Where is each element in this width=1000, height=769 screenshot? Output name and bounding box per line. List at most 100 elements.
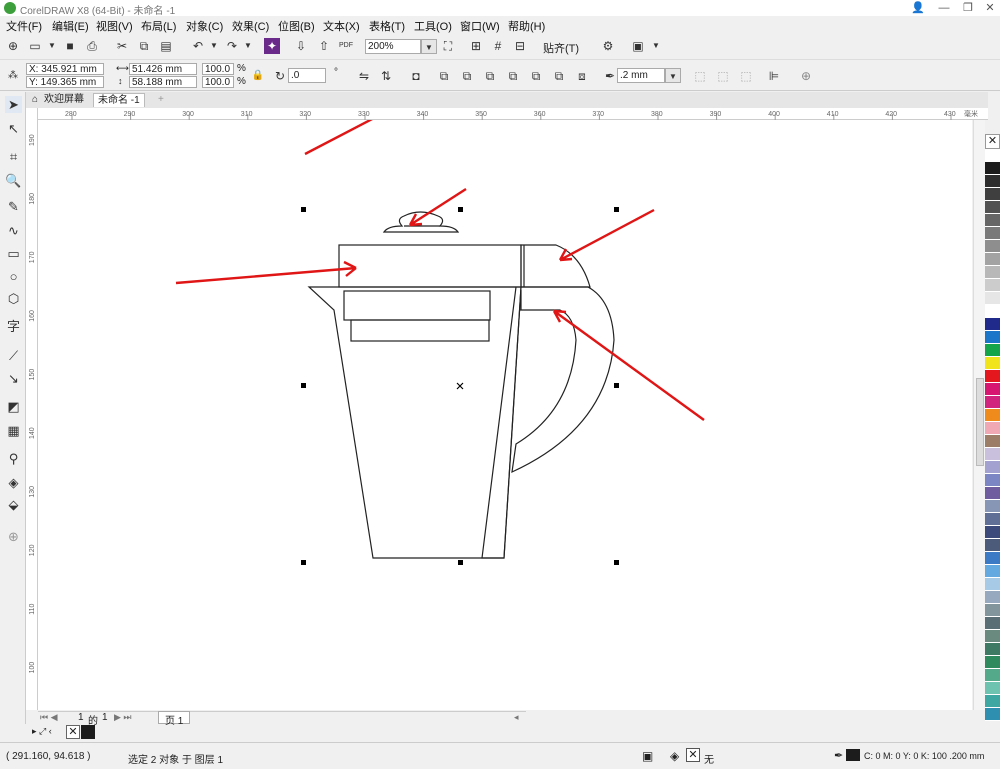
palette-swatch[interactable] xyxy=(985,435,1000,448)
break-apart-icon[interactable]: ⬚ xyxy=(715,68,731,84)
corel-connect-icon[interactable]: ✦ xyxy=(264,38,280,54)
doc-no-color-swatch[interactable]: ✕ xyxy=(66,725,80,739)
palette-swatch[interactable] xyxy=(985,266,1000,279)
palette-swatch[interactable] xyxy=(985,656,1000,669)
combine-icon[interactable]: ◘ xyxy=(408,68,424,84)
zoom-tool-icon[interactable]: 🔍 xyxy=(5,172,22,189)
palette-swatch[interactable] xyxy=(985,565,1000,578)
snap-to-menu[interactable]: 贴齐(T) xyxy=(543,40,579,56)
x-position-field[interactable]: X: 345.921 mm xyxy=(26,63,104,75)
mirror-horizontal-icon[interactable]: ⇋ xyxy=(356,68,372,84)
outline-width-field[interactable]: .2 mm xyxy=(617,68,665,83)
add-tool-icon[interactable]: ⊕ xyxy=(5,528,22,545)
print-icon[interactable]: ⎙ xyxy=(84,38,100,54)
color-proofing-icon[interactable]: ▣ xyxy=(642,749,653,763)
width-field[interactable]: 51.426 mm xyxy=(129,63,197,75)
palette-swatch[interactable] xyxy=(985,318,1000,331)
selection-handle-bc[interactable] xyxy=(458,560,463,565)
front-minus-back-icon[interactable]: ⧉ xyxy=(528,68,544,84)
menu-layout[interactable]: 布局(L) xyxy=(141,18,176,34)
guidelines-icon[interactable]: ⊟ xyxy=(512,38,528,54)
align-distribute-icon[interactable]: ⊫ xyxy=(766,68,782,84)
selection-handle-br[interactable] xyxy=(614,560,619,565)
vertical-ruler[interactable]: 190 180 170 160 150 140 130 120 110 100 xyxy=(26,108,38,710)
smart-fill-icon[interactable]: ⬙ xyxy=(5,496,22,513)
palette-swatch[interactable] xyxy=(985,448,1000,461)
scale-y-field[interactable]: 100.0 xyxy=(202,76,234,88)
connector-tool-icon[interactable]: ↘ xyxy=(5,370,22,387)
tab-welcome-screen[interactable]: 欢迎屏幕 xyxy=(40,93,88,107)
zoom-dropdown-icon[interactable]: ▼ xyxy=(421,39,437,54)
launcher-dropdown-icon[interactable]: ▼ xyxy=(648,38,664,54)
application-launcher-icon[interactable]: ▣ xyxy=(630,38,646,54)
menu-window[interactable]: 窗口(W) xyxy=(460,18,500,34)
palette-swatch[interactable] xyxy=(985,487,1000,500)
rotation-angle-field[interactable]: .0 xyxy=(288,68,326,83)
options-gear-icon[interactable]: ⚙ xyxy=(600,38,616,54)
maximize-button[interactable]: ❐ xyxy=(956,0,980,16)
palette-swatch[interactable] xyxy=(985,461,1000,474)
selection-handle-bl[interactable] xyxy=(301,560,306,565)
cut-icon[interactable]: ✂ xyxy=(114,38,130,54)
transparency-icon[interactable]: ▦ xyxy=(5,422,22,439)
scroll-left-icon[interactable]: ◂ xyxy=(514,712,519,723)
outline-color-swatch[interactable] xyxy=(846,749,860,761)
palette-swatch[interactable] xyxy=(985,617,1000,630)
palette-swatch[interactable] xyxy=(985,188,1000,201)
menu-text[interactable]: 文本(X) xyxy=(323,18,360,34)
palette-swatch[interactable] xyxy=(985,591,1000,604)
selection-handle-ml[interactable] xyxy=(301,383,306,388)
selection-handle-mr[interactable] xyxy=(614,383,619,388)
drop-shadow-icon[interactable]: ◩ xyxy=(5,398,22,415)
polygon-tool-icon[interactable]: ⬡ xyxy=(5,290,22,307)
palette-swatch[interactable] xyxy=(985,149,1000,162)
menu-bitmap[interactable]: 位图(B) xyxy=(278,18,315,34)
palette-swatch[interactable] xyxy=(985,162,1000,175)
text-tool-icon[interactable]: 字 xyxy=(5,318,22,335)
undo-icon[interactable]: ↶ xyxy=(190,38,206,54)
menu-edit[interactable]: 编辑(E) xyxy=(52,18,89,34)
intersect-icon[interactable]: ⧉ xyxy=(482,68,498,84)
palette-swatch[interactable] xyxy=(985,474,1000,487)
palette-swatch[interactable] xyxy=(985,643,1000,656)
tab-untitled-1[interactable]: 未命名 -1 xyxy=(93,93,145,107)
scale-x-field[interactable]: 100.0 xyxy=(202,63,234,75)
first-page-icon[interactable]: ⏮ ◀ xyxy=(40,712,58,723)
pick-tool-icon[interactable]: ➤ xyxy=(5,96,22,113)
zoom-level-field[interactable]: 200% xyxy=(365,39,421,54)
selection-handle-tr[interactable] xyxy=(614,207,619,212)
mirror-vertical-icon[interactable]: ⇅ xyxy=(378,68,394,84)
ellipse-tool-icon[interactable]: ○ xyxy=(5,268,22,285)
selection-handle-tc[interactable] xyxy=(458,207,463,212)
drawing-canvas[interactable] xyxy=(38,58,972,710)
convert-to-curves-icon[interactable]: ⬚ xyxy=(692,68,708,84)
menu-tools[interactable]: 工具(O) xyxy=(414,18,452,34)
parallel-dimension-icon[interactable]: ⟋ xyxy=(5,347,22,364)
redo-dropdown-icon[interactable]: ▼ xyxy=(240,38,256,54)
palette-swatch[interactable] xyxy=(985,526,1000,539)
open-dropdown-icon[interactable]: ▼ xyxy=(44,38,60,54)
menu-effects[interactable]: 效果(C) xyxy=(232,18,269,34)
lock-ratio-icon[interactable]: 🔒 xyxy=(250,68,266,84)
open-icon[interactable]: ▭ xyxy=(27,38,43,54)
unlock-icon[interactable]: ⬚ xyxy=(738,68,754,84)
palette-swatch[interactable] xyxy=(985,305,1000,318)
palette-swatch[interactable] xyxy=(985,175,1000,188)
account-icon[interactable]: 👤 xyxy=(906,0,930,16)
palette-swatch[interactable] xyxy=(985,292,1000,305)
import-icon[interactable]: ⇩ xyxy=(293,38,309,54)
palette-swatch[interactable] xyxy=(985,682,1000,695)
copy-icon[interactable]: ⧉ xyxy=(136,38,152,54)
redo-icon[interactable]: ↷ xyxy=(224,38,240,54)
interactive-fill-icon[interactable]: ◈ xyxy=(5,474,22,491)
palette-swatch[interactable] xyxy=(985,357,1000,370)
palette-swatch[interactable] xyxy=(985,630,1000,643)
publish-pdf-icon[interactable]: PDF xyxy=(338,38,354,54)
shape-tool-icon[interactable]: ↖ xyxy=(5,120,22,137)
full-screen-icon[interactable]: ⛶ xyxy=(440,38,456,54)
selection-center-mark[interactable] xyxy=(456,382,464,390)
add-tab-button[interactable]: + xyxy=(154,93,168,107)
rulers-icon[interactable]: ⊞ xyxy=(468,38,484,54)
menu-object[interactable]: 对象(C) xyxy=(186,18,223,34)
back-minus-front-icon[interactable]: ⧉ xyxy=(551,68,567,84)
